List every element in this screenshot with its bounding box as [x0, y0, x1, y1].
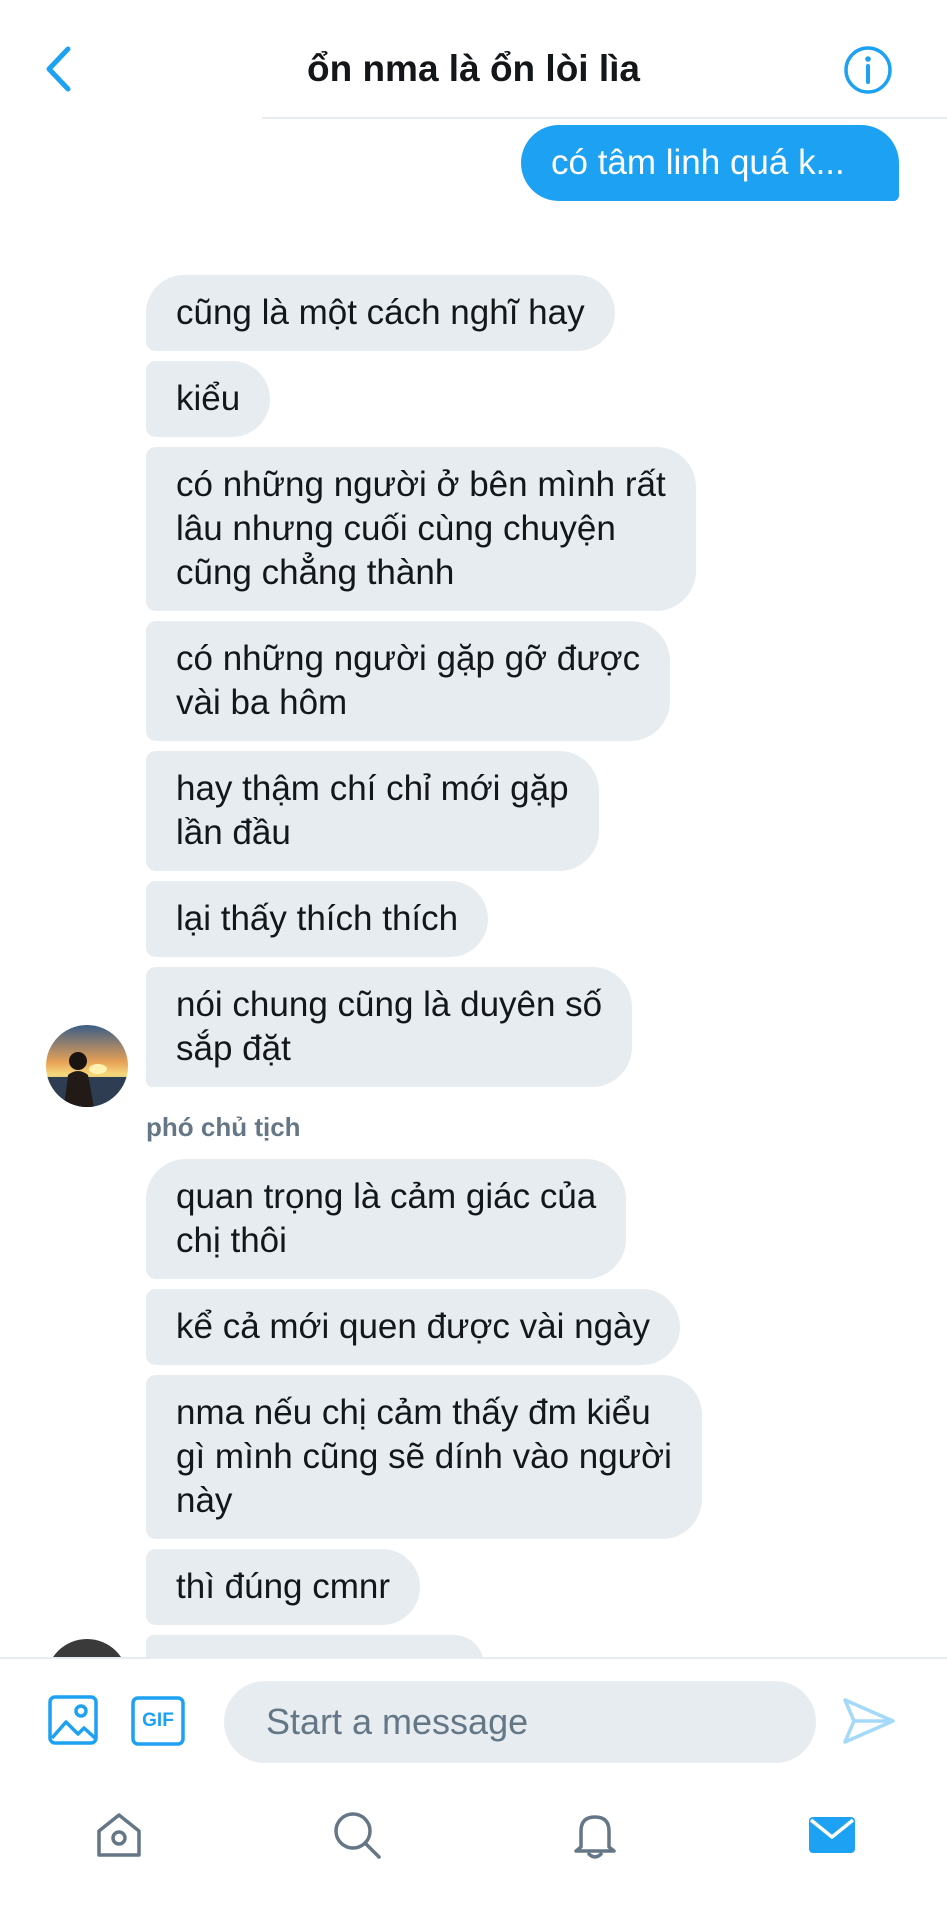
outgoing-message[interactable]: có tâm linh quá k... — [521, 125, 899, 201]
message-thread[interactable]: có tâm linh quá k... cũng là một cách ng… — [0, 119, 947, 1657]
image-icon — [48, 1695, 98, 1745]
message-text: có tâm linh quá k... — [551, 143, 845, 182]
message-text: nma nếu chị cảm thấy đm kiểu — [176, 1393, 651, 1432]
incoming-message[interactable]: nói chung cũng là duyên số sắp đặt — [146, 967, 633, 1087]
conversation-title[interactable]: ổn nma là ổn lòi lìa — [150, 44, 797, 94]
bell-icon — [574, 1815, 616, 1859]
message-text: quan trọng là cảm giác của — [176, 1177, 597, 1216]
gif-button[interactable]: GIF — [130, 1695, 186, 1747]
incoming-message[interactable]: có những người gặp gỡ được vài ba hôm — [146, 621, 671, 741]
message-text: này — [176, 1481, 233, 1520]
send-icon — [843, 1698, 895, 1744]
tab-search[interactable] — [327, 1805, 387, 1865]
bottom-tab-bar — [0, 1775, 947, 1920]
sender-name: phó chủ tịch — [146, 1112, 301, 1142]
conversation-header: ổn nma là ổn lòi lìa — [0, 0, 947, 119]
tab-messages[interactable] — [802, 1805, 862, 1865]
message-text: hay thậm chí chỉ mới gặp — [176, 769, 569, 808]
message-text: sắp đặt — [176, 1029, 291, 1068]
message-text: có những người ở bên mình rất — [176, 465, 666, 504]
message-text: thì đúng cmnr — [176, 1567, 390, 1606]
message-text: lâu nhưng cuối cùng chuyện — [176, 509, 616, 548]
message-input[interactable]: Start a message — [224, 1681, 816, 1763]
dm-conversation-screen: ổn nma là ổn lòi lìa có tâm linh quá k..… — [0, 0, 947, 1920]
mail-icon — [809, 1817, 855, 1853]
message-text: nói chung cũng là duyên số — [176, 985, 603, 1024]
avatar[interactable] — [46, 1639, 128, 1657]
incoming-message[interactable]: kể cả mới quen được vài ngày — [146, 1289, 681, 1365]
search-icon — [334, 1812, 381, 1859]
message-text: có những người gặp gỡ được — [176, 639, 641, 678]
message-text: lần đầu — [176, 813, 291, 852]
add-photo-button[interactable] — [46, 1693, 100, 1747]
message-text: lại thấy thích thích — [176, 899, 459, 938]
message-composer: GIF Start a message — [0, 1657, 947, 1775]
incoming-message[interactable]: lại thấy thích thích — [146, 881, 489, 957]
tab-notifications[interactable] — [565, 1805, 625, 1865]
incoming-message[interactable]: nma nếu chị cảm thấy đm kiểu gì mình cũn… — [146, 1375, 702, 1539]
message-text: cũng là một cách nghĩ hay — [176, 293, 585, 332]
info-button[interactable] — [842, 44, 894, 96]
chevron-left-icon — [46, 46, 71, 92]
message-text: kể cả mới quen được vài ngày — [176, 1307, 651, 1346]
message-text: cũng chẳng thành — [176, 553, 455, 592]
avatar[interactable] — [46, 1025, 128, 1107]
gif-label: GIF — [142, 1710, 174, 1731]
incoming-message[interactable]: cũng là một cách nghĩ hay — [146, 275, 615, 351]
message-text: vài ba hôm — [176, 683, 348, 722]
message-text: kiểu — [176, 379, 241, 418]
send-button[interactable] — [840, 1695, 898, 1747]
back-button[interactable] — [38, 44, 78, 94]
incoming-message-partial[interactable] — [146, 1635, 484, 1657]
incoming-message[interactable]: có những người ở bên mình rất lâu nhưng … — [146, 447, 696, 611]
home-icon — [97, 1813, 141, 1857]
incoming-message[interactable]: thì đúng cmnr — [146, 1549, 420, 1625]
message-text: chị thôi — [176, 1221, 287, 1260]
info-icon — [844, 46, 892, 94]
incoming-message[interactable]: quan trọng là cảm giác của chị thôi — [146, 1159, 627, 1279]
incoming-message[interactable]: hay thậm chí chỉ mới gặp lần đầu — [146, 751, 599, 871]
message-text: gì mình cũng sẽ dính vào người — [176, 1437, 672, 1476]
incoming-message[interactable]: kiểu — [146, 361, 271, 437]
tab-home[interactable] — [89, 1805, 149, 1865]
